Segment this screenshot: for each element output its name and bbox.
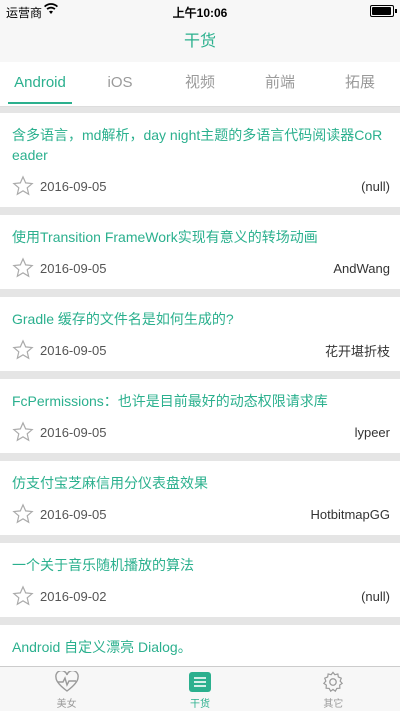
tabbar-item-goods[interactable]: 干货	[133, 667, 266, 711]
gear-icon	[323, 671, 344, 693]
tab-frontend[interactable]: 前端	[240, 62, 320, 106]
list-item[interactable]: 仿支付宝芝麻信用分仪表盘效果 2016-09-05 HotbitmapGG	[0, 461, 400, 535]
tabbar-label: 干货	[189, 699, 210, 710]
article-date: 2016-09-05	[40, 260, 107, 276]
tabbar-label: 其它	[323, 699, 344, 710]
article-list[interactable]: 含多语言，md解析，day night主题的多语言代码阅读器CoReader 2…	[0, 107, 400, 667]
article-date: 2016-09-05	[40, 178, 107, 194]
category-tabs: Android iOS 视频 前端 拓展	[0, 62, 400, 107]
article-date: 2016-09-05	[40, 506, 107, 522]
list-item[interactable]: 含多语言，md解析，day night主题的多语言代码阅读器CoReader 2…	[0, 113, 400, 207]
tabbar-label: 美女	[56, 699, 77, 710]
status-bar: 运营商 上午10:06	[0, 0, 400, 22]
article-title[interactable]: 一个关于音乐随机播放的算法	[12, 555, 390, 575]
tabbar-item-beauty[interactable]: 美女	[0, 667, 133, 711]
article-author: AndWang	[333, 260, 390, 276]
article-title[interactable]: 仿支付宝芝麻信用分仪表盘效果	[12, 473, 390, 493]
page-title: 干货	[183, 33, 216, 50]
article-title[interactable]: 使用Transition FrameWork实现有意义的转场动画	[12, 227, 390, 247]
bottom-tab-bar: 美女 干货 其它	[0, 666, 400, 711]
list-item[interactable]: 使用Transition FrameWork实现有意义的转场动画 2016-09…	[0, 215, 400, 289]
battery-icon	[370, 5, 397, 17]
article-title[interactable]: Android 自定义漂亮 Dialog。	[12, 637, 390, 657]
list-icon	[188, 672, 211, 692]
tab-android[interactable]: Android	[0, 62, 80, 106]
nav-bar: 干货	[0, 22, 400, 62]
list-item[interactable]: Android 自定义漂亮 Dialog。 2016-09-02 暖火	[0, 625, 400, 667]
article-author: (null)	[361, 178, 390, 194]
tabbar-item-other[interactable]: 其它	[267, 667, 400, 711]
article-title[interactable]: FcPermissions：也许是目前最好的动态权限请求库	[12, 391, 390, 411]
article-author: 花开堪折枝	[324, 343, 390, 359]
article-author: (null)	[361, 588, 390, 604]
star-icon[interactable]	[12, 339, 34, 361]
article-date: 2016-09-02	[40, 588, 107, 604]
list-item[interactable]: 一个关于音乐随机播放的算法 2016-09-02 (null)	[0, 543, 400, 617]
star-icon[interactable]	[12, 257, 34, 279]
star-icon[interactable]	[12, 585, 34, 607]
star-icon[interactable]	[12, 503, 34, 525]
tab-video[interactable]: 视频	[160, 62, 240, 106]
article-title[interactable]: 含多语言，md解析，day night主题的多语言代码阅读器CoReader	[12, 125, 390, 165]
clock: 上午10:06	[172, 6, 228, 20]
article-title[interactable]: Gradle 缓存的文件名是如何生成的?	[12, 309, 390, 329]
article-author: HotbitmapGG	[310, 506, 390, 522]
tab-extension[interactable]: 拓展	[320, 62, 400, 106]
article-date: 2016-09-05	[40, 424, 107, 440]
tab-ios[interactable]: iOS	[80, 62, 160, 106]
star-icon[interactable]	[12, 421, 34, 443]
article-author: lypeer	[354, 424, 390, 440]
list-item[interactable]: FcPermissions：也许是目前最好的动态权限请求库 2016-09-05…	[0, 379, 400, 453]
heart-pulse-icon	[54, 671, 79, 692]
list-item[interactable]: Gradle 缓存的文件名是如何生成的? 2016-09-05 花开堪折枝	[0, 297, 400, 371]
star-icon[interactable]	[12, 175, 34, 197]
article-date: 2016-09-05	[40, 342, 107, 358]
